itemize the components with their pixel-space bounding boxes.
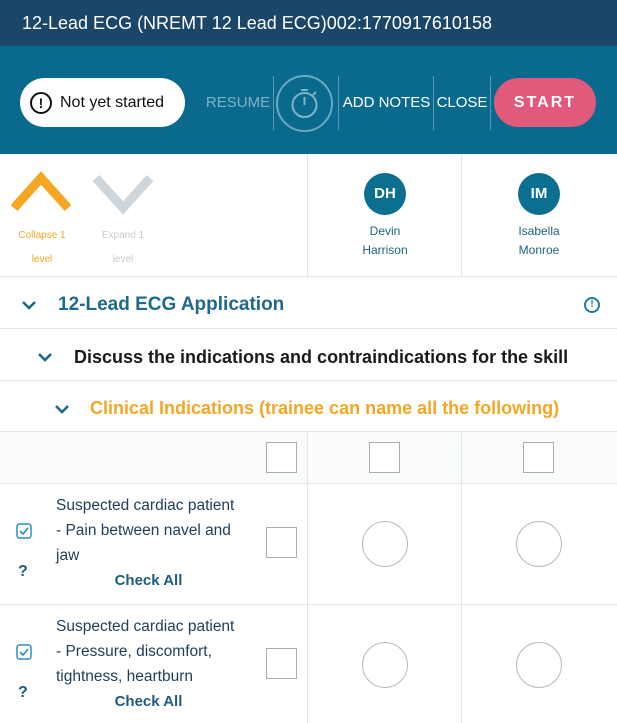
check-all-link[interactable]: Check All <box>56 693 241 710</box>
table-row: ? Suspected cardiac patient - Pain betwe… <box>0 484 617 605</box>
trainee-score-radio[interactable] <box>516 642 562 688</box>
chevron-down-icon[interactable] <box>54 404 70 414</box>
add-notes-button[interactable]: ADD NOTES <box>341 76 432 130</box>
trainee-score-radio[interactable] <box>362 642 408 688</box>
avatar-devin-harrison: DH <box>364 173 406 215</box>
level-controls-header: Collapse 1 level Expand 1 level DH Devin… <box>0 154 617 277</box>
chevron-down-icon[interactable] <box>37 352 53 362</box>
trainee-name: Isabella Monroe <box>518 224 560 257</box>
check-all-link[interactable]: Check All <box>56 572 241 589</box>
item-checkbox[interactable] <box>266 527 297 558</box>
list-item: Suspected cardiac patient - Pain between… <box>56 497 235 564</box>
check-all-row <box>0 432 617 484</box>
resume-button[interactable]: RESUME <box>204 76 272 130</box>
start-button[interactable]: START <box>494 78 596 127</box>
status-badge: ! Not yet started <box>20 78 185 127</box>
list-item: Suspected cardiac patient - Pressure, di… <box>56 618 235 685</box>
section-header-level-1[interactable]: 12-Lead ECG Application ! <box>0 277 617 329</box>
help-icon[interactable]: ? <box>18 563 28 581</box>
chevron-down-icon[interactable] <box>21 300 37 310</box>
section-title: 12-Lead ECG Application <box>58 294 285 315</box>
trainee-check-all-checkbox[interactable] <box>369 442 400 473</box>
stopwatch-icon[interactable] <box>276 75 333 132</box>
trainee-score-radio[interactable] <box>516 521 562 567</box>
trainee-score-radio[interactable] <box>362 521 408 567</box>
section-header-level-3[interactable]: Clinical Indications (trainee can name a… <box>0 381 617 432</box>
trainee-name: Devin Harrison <box>362 224 408 257</box>
window-title: 12-Lead ECG (NREMT 12 Lead ECG)002:17709… <box>0 0 617 46</box>
expand-level-label[interactable]: Expand 1 level <box>83 224 163 272</box>
item-checkbox[interactable] <box>266 648 297 679</box>
chevron-up-icon[interactable] <box>10 170 72 214</box>
help-icon[interactable]: ? <box>18 684 28 702</box>
alert-circle-icon: ! <box>30 91 52 114</box>
collapse-level-label[interactable]: Collapse 1 level <box>2 224 82 272</box>
close-button[interactable]: CLOSE <box>435 76 489 130</box>
avatar-isabella-monroe: IM <box>518 173 560 215</box>
status-text: Not yet started <box>60 93 165 111</box>
section-header-level-2[interactable]: Discuss the indications and contraindica… <box>0 329 617 381</box>
toolbar: ! Not yet started RESUME ADD NOTES CLOSE… <box>0 46 617 154</box>
checkbox-checked-icon[interactable] <box>16 644 32 660</box>
section-title: Clinical Indications (trainee can name a… <box>90 398 560 418</box>
alert-circle-icon[interactable]: ! <box>584 297 600 313</box>
section-title: Discuss the indications and contraindica… <box>74 347 569 367</box>
check-all-checkbox[interactable] <box>266 442 297 473</box>
trainee-check-all-checkbox[interactable] <box>523 442 554 473</box>
checkbox-checked-icon[interactable] <box>16 523 32 539</box>
table-row: ? Suspected cardiac patient - Pressure, … <box>0 605 617 723</box>
chevron-down-icon[interactable] <box>92 172 154 216</box>
